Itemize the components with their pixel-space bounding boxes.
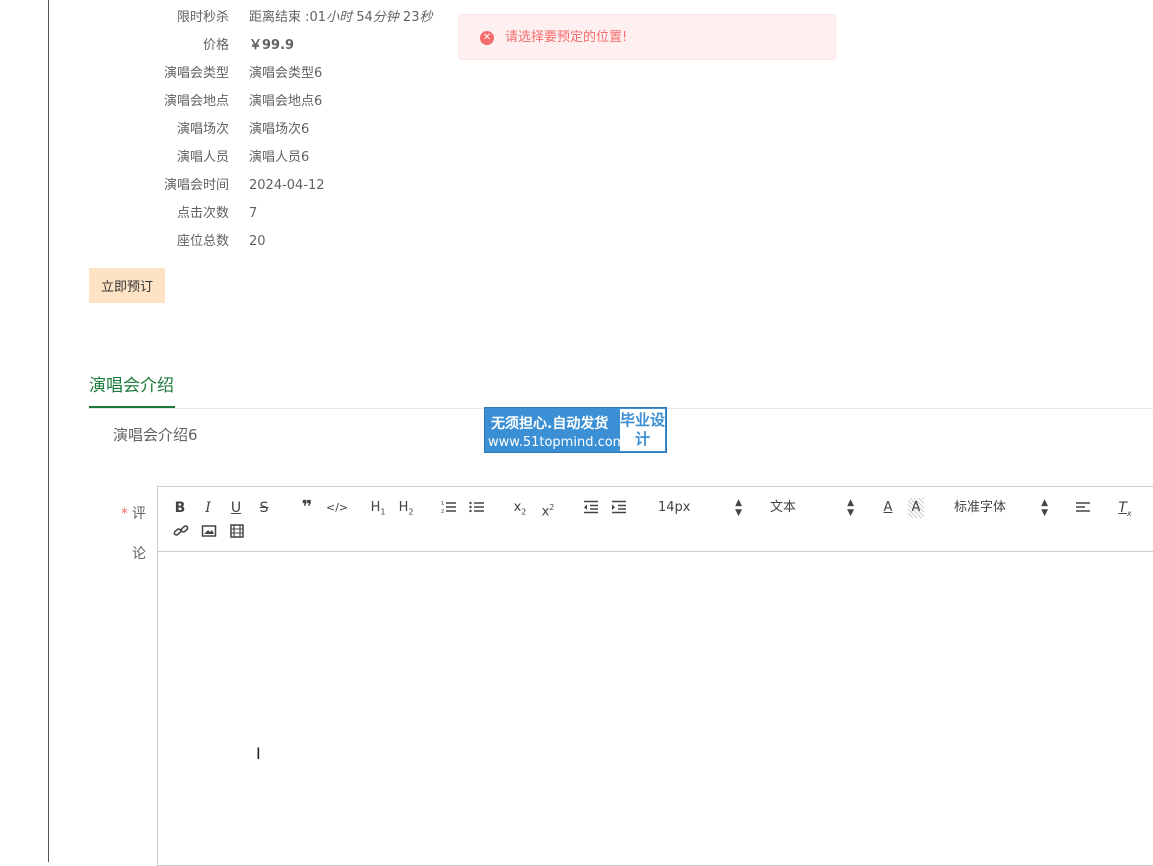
bold-button[interactable]: B <box>172 498 188 518</box>
performers-label: 演唱人员 <box>176 150 229 165</box>
clicks-row: 点击次数 7 <box>89 200 449 228</box>
intro-text: 演唱会介绍6 <box>113 426 198 444</box>
select-arrows-icon: ▲ ▼ <box>847 498 854 518</box>
error-circle-icon: ✕ <box>480 31 494 45</box>
subscript-button[interactable]: x2 <box>510 498 530 518</box>
required-mark: * <box>121 506 128 522</box>
clean-format-button[interactable]: Tx <box>1116 498 1134 518</box>
location-label: 演唱会地点 <box>163 94 229 109</box>
clicks-value: 7 <box>249 206 258 221</box>
performers-value: 演唱人员6 <box>249 150 310 165</box>
strike-button[interactable]: S <box>256 498 272 518</box>
time-label: 演唱会时间 <box>163 178 229 193</box>
flash-sale-row: 限时秒杀 距离结束 :01小时 54分钟 23秒 <box>89 4 449 32</box>
tab-concert-intro[interactable]: 演唱会介绍 <box>89 370 175 408</box>
left-border <box>48 0 49 862</box>
image-button[interactable] <box>200 522 218 542</box>
code-block-button[interactable]: </> <box>326 498 348 518</box>
svg-text:2: 2 <box>441 509 444 514</box>
editor-content[interactable]: I <box>158 552 1153 865</box>
watermark-badge: 无须担心.自动发货 www.51topmind.com 毕业设计 <box>484 407 667 453</box>
video-button[interactable] <box>228 522 246 542</box>
italic-button[interactable]: I <box>200 498 216 518</box>
ordered-list-button[interactable]: 12 <box>440 498 458 518</box>
session-label: 演唱场次 <box>176 122 229 137</box>
link-button[interactable] <box>172 522 190 542</box>
countdown: 距离结束 :01小时 54分钟 23秒 <box>249 10 433 25</box>
select-arrows-icon: ▲ ▼ <box>1041 498 1048 518</box>
price-label: 价格 <box>202 38 229 53</box>
type-value: 演唱会类型6 <box>249 66 323 81</box>
error-alert: ✕ 请选择要预定的位置! <box>458 14 836 60</box>
detail-tabs: 演唱会介绍 <box>89 370 1153 409</box>
type-label: 演唱会类型 <box>163 66 229 81</box>
session-value: 演唱场次6 <box>249 122 310 137</box>
text-cursor-icon: I <box>256 744 261 763</box>
text-color-button[interactable]: A <box>880 498 896 518</box>
h1-button[interactable]: H1 <box>368 498 388 518</box>
watermark-line2: www.51topmind.com <box>488 435 626 450</box>
indent-button[interactable] <box>610 498 628 518</box>
seats-row: 座位总数 20 <box>89 228 449 256</box>
comment-editor: B I U S ❞ </> H1 H2 12 x2 x2 14px ▲ ▼ 文本 ▲ ▼… <box>157 486 1153 866</box>
font-size-select[interactable]: 14px ▲ ▼ <box>658 498 742 518</box>
header-select[interactable]: 文本 ▲ ▼ <box>770 498 854 518</box>
comment-label: * 评 论 <box>121 506 146 562</box>
outdent-button[interactable] <box>582 498 600 518</box>
align-button[interactable] <box>1074 498 1092 518</box>
underline-button[interactable]: U <box>228 498 244 518</box>
session-row: 演唱场次 演唱场次6 <box>89 116 449 144</box>
time-value: 2024-04-12 <box>249 178 325 193</box>
watermark-right: 毕业设计 <box>620 409 665 451</box>
seats-label: 座位总数 <box>176 234 229 249</box>
book-now-button[interactable]: 立即预订 <box>89 268 165 303</box>
type-row: 演唱会类型 演唱会类型6 <box>89 60 449 88</box>
price-row: 价格 ￥99.9 <box>89 32 449 60</box>
price-value: ￥99.9 <box>249 38 295 53</box>
performers-row: 演唱人员 演唱人员6 <box>89 144 449 172</box>
svg-text:1: 1 <box>441 501 444 507</box>
font-family-select[interactable]: 标准字体 ▲ ▼ <box>954 498 1048 518</box>
location-value: 演唱会地点6 <box>249 94 323 109</box>
flash-sale-label: 限时秒杀 <box>176 10 229 25</box>
watermark-line1: 无须担心.自动发货 <box>491 416 609 432</box>
superscript-button[interactable]: x2 <box>538 498 558 519</box>
seats-value: 20 <box>249 234 266 249</box>
blockquote-button[interactable]: ❞ <box>298 498 316 518</box>
editor-toolbar: B I U S ❞ </> H1 H2 12 x2 x2 14px ▲ ▼ 文本 ▲ ▼… <box>158 487 1153 552</box>
alert-message: 请选择要预定的位置! <box>505 30 628 45</box>
background-color-button[interactable]: A <box>908 498 924 518</box>
select-arrows-icon: ▲ ▼ <box>735 498 742 518</box>
location-row: 演唱会地点 演唱会地点6 <box>89 88 449 116</box>
h2-button[interactable]: H2 <box>396 498 416 518</box>
clicks-label: 点击次数 <box>176 206 229 221</box>
time-row: 演唱会时间 2024-04-12 <box>89 172 449 200</box>
bullet-list-button[interactable] <box>468 498 486 518</box>
